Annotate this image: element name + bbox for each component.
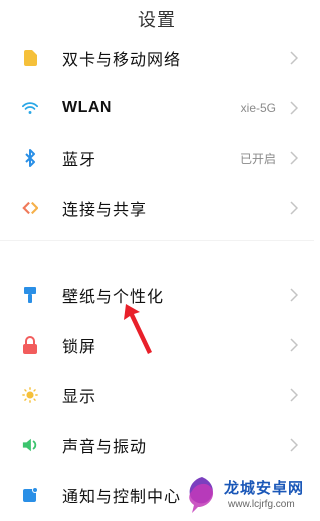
watermark-text: 龙城安卓网 bbox=[224, 479, 305, 497]
annotation-arrow-icon bbox=[124, 304, 152, 354]
section-divider bbox=[0, 240, 314, 241]
watermark-logo-icon bbox=[189, 477, 214, 513]
settings-item-sim-network[interactable]: 双卡与移动网络 bbox=[0, 33, 314, 83]
sim-card-icon bbox=[22, 50, 38, 66]
settings-item-display[interactable]: 显示 bbox=[0, 370, 314, 420]
lock-icon bbox=[22, 336, 38, 354]
settings-item-label: 蓝牙 bbox=[62, 150, 97, 169]
bluetooth-icon bbox=[22, 149, 38, 167]
bluetooth-status: 已开启 bbox=[239, 151, 276, 166]
settings-item-connection-sharing[interactable]: 连接与共享 bbox=[0, 183, 314, 233]
chevron-right-icon bbox=[290, 151, 298, 165]
settings-item-label: WLAN bbox=[62, 99, 112, 116]
settings-item-label: 锁屏 bbox=[62, 337, 97, 356]
chevron-right-icon bbox=[290, 201, 298, 215]
notification-icon bbox=[22, 487, 38, 503]
wlan-network-name: xie-5G bbox=[240, 101, 276, 115]
page-title: 设置 bbox=[138, 10, 176, 31]
settings-item-label: 连接与共享 bbox=[62, 200, 148, 219]
watermark: 龙城安卓网 www.lcjrfg.com bbox=[178, 469, 314, 521]
chevron-right-icon bbox=[290, 288, 298, 302]
chevron-right-icon bbox=[290, 101, 298, 115]
speaker-icon bbox=[22, 437, 38, 453]
settings-item-label: 双卡与移动网络 bbox=[62, 50, 182, 69]
sun-icon bbox=[22, 387, 38, 403]
wifi-icon bbox=[22, 100, 38, 116]
settings-item-sound-vibration[interactable]: 声音与振动 bbox=[0, 420, 314, 470]
share-icon bbox=[22, 200, 38, 216]
chevron-right-icon bbox=[290, 338, 298, 352]
watermark-url: www.lcjrfg.com bbox=[228, 499, 295, 510]
settings-item-label: 显示 bbox=[62, 387, 97, 406]
settings-item-bluetooth[interactable]: 蓝牙 已开启 bbox=[0, 133, 314, 183]
chevron-right-icon bbox=[290, 388, 298, 402]
chevron-right-icon bbox=[290, 438, 298, 452]
settings-item-label: 通知与控制中心 bbox=[62, 487, 182, 506]
settings-item-wlan[interactable]: WLAN xie-5G bbox=[0, 83, 314, 133]
brush-icon bbox=[22, 287, 38, 303]
chevron-right-icon bbox=[290, 51, 298, 65]
settings-item-label: 声音与振动 bbox=[62, 437, 148, 456]
